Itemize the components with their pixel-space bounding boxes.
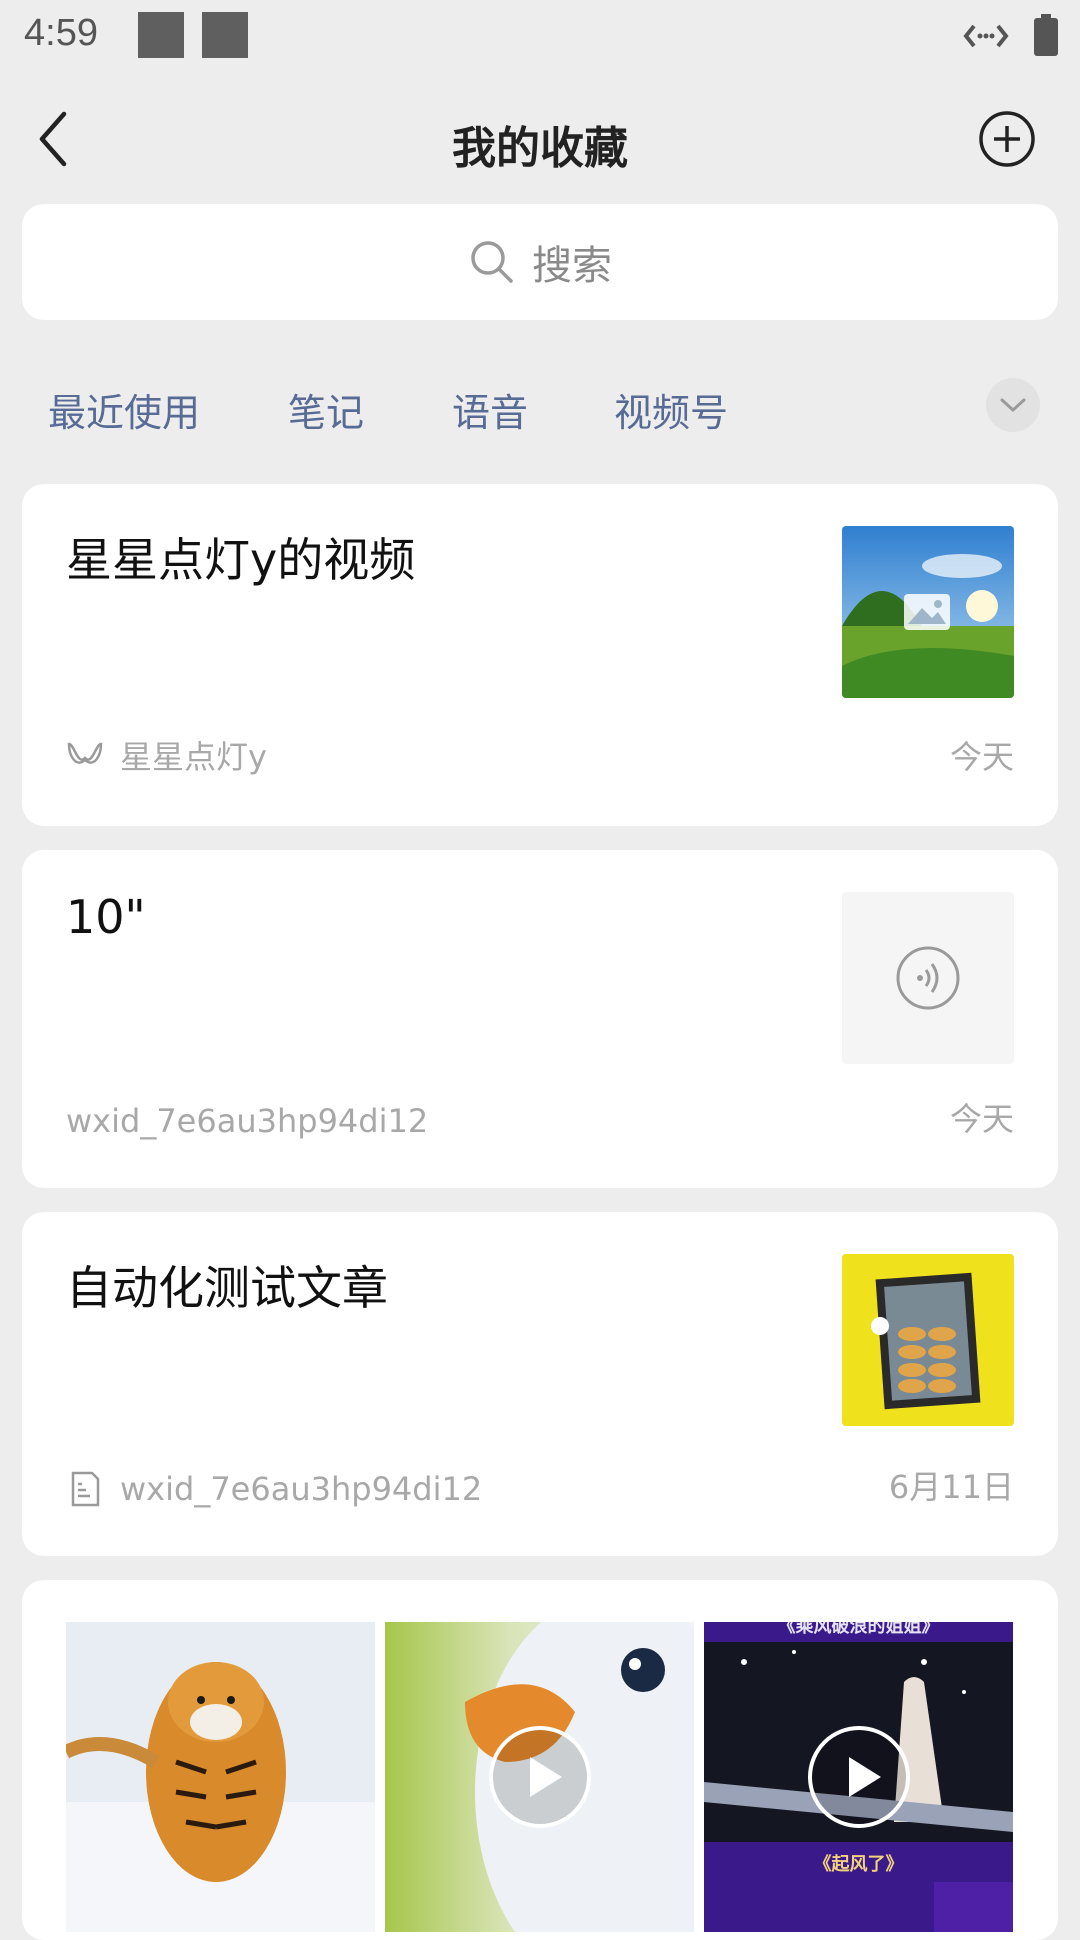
media-grid: 《乘风破浪的姐姐》 《起风了》 bbox=[66, 1622, 1013, 1932]
item-title: 自动化测试文章 bbox=[66, 1261, 388, 1315]
item-source: wxid_7e6au3hp94di12 bbox=[120, 1470, 483, 1508]
stage-video[interactable]: 《乘风破浪的姐姐》 《起风了》 bbox=[704, 1622, 1013, 1932]
voice-icon bbox=[896, 946, 960, 1010]
add-icon[interactable] bbox=[978, 110, 1036, 168]
search-icon bbox=[471, 241, 513, 283]
video-bottom-caption: 《起风了》 bbox=[813, 1854, 904, 1875]
item-thumbnail bbox=[842, 1254, 1014, 1426]
item-meta: wxid_7e6au3hp94di12 bbox=[66, 1470, 482, 1508]
battery-icon bbox=[1034, 14, 1058, 56]
channels-icon bbox=[67, 742, 103, 764]
category-tabs: 最近使用 笔记 语音 视频号 bbox=[0, 370, 1080, 440]
landscape-thumbnail bbox=[842, 526, 1014, 698]
page-title: 我的收藏 bbox=[452, 123, 628, 174]
favorite-item-media[interactable]: 《乘风破浪的姐姐》 《起风了》 bbox=[22, 1580, 1058, 1940]
expand-tabs-button[interactable] bbox=[986, 378, 1040, 432]
cookies-thumbnail bbox=[842, 1254, 1014, 1426]
item-date: 6月11日 bbox=[888, 1468, 1014, 1506]
tab-voice[interactable]: 语音 bbox=[452, 382, 528, 437]
navigation-bar: 我的收藏 bbox=[0, 80, 1080, 200]
item-source: 星星点灯y bbox=[120, 738, 267, 776]
notification-icon bbox=[202, 12, 248, 58]
video-top-caption: 《乘风破浪的姐姐》 bbox=[777, 1622, 940, 1637]
favorite-item-article[interactable]: 自动化测试文章 wxid_7e6au3hp94di12 6月11日 bbox=[22, 1212, 1058, 1556]
play-icon[interactable] bbox=[807, 1725, 911, 1829]
item-thumbnail bbox=[842, 526, 1014, 698]
tab-notes[interactable]: 笔记 bbox=[288, 382, 364, 437]
item-source: wxid_7e6au3hp94di12 bbox=[66, 1102, 429, 1140]
search-placeholder: 搜索 bbox=[532, 243, 612, 289]
item-date: 今天 bbox=[949, 738, 1014, 776]
item-date: 今天 bbox=[949, 1100, 1014, 1138]
tab-recent[interactable]: 最近使用 bbox=[48, 382, 200, 437]
chevron-down-icon bbox=[1000, 398, 1026, 413]
item-meta: wxid_7e6au3hp94di12 bbox=[66, 1102, 428, 1140]
item-thumbnail bbox=[842, 892, 1014, 1064]
network-icon bbox=[963, 24, 1009, 48]
search-bar[interactable]: 搜索 bbox=[22, 204, 1058, 320]
article-icon bbox=[71, 1471, 100, 1507]
status-time: 4:59 bbox=[24, 12, 98, 54]
item-title: 10" bbox=[66, 890, 146, 944]
item-title: 星星点灯y的视频 bbox=[66, 533, 416, 587]
duck-video[interactable] bbox=[385, 1622, 694, 1932]
notification-icon bbox=[138, 12, 184, 58]
item-meta: 星星点灯y bbox=[66, 732, 267, 778]
favorite-item-voice[interactable]: 10" wxid_7e6au3hp94di12 今天 bbox=[22, 850, 1058, 1188]
tiger-photo[interactable] bbox=[66, 1622, 375, 1932]
favorite-item-video[interactable]: 星星点灯y的视频 星星点灯y 今天 bbox=[22, 484, 1058, 826]
play-icon[interactable] bbox=[488, 1725, 592, 1829]
tab-channels[interactable]: 视频号 bbox=[614, 382, 728, 437]
status-bar: 4:59 bbox=[0, 0, 1080, 72]
